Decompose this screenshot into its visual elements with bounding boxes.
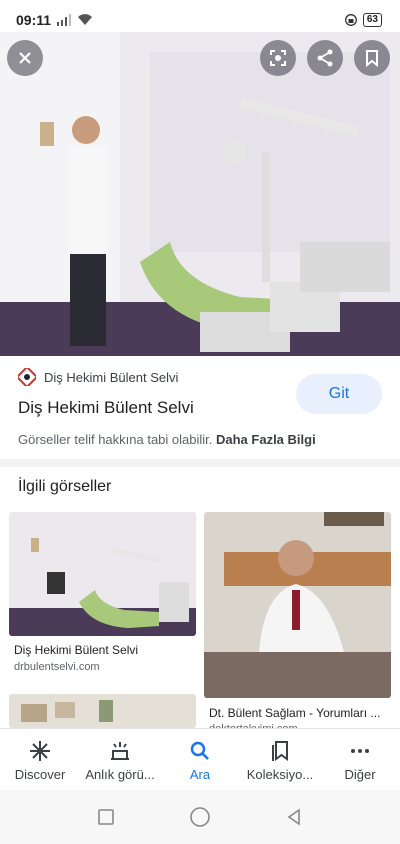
home-icon[interactable] [189, 806, 211, 828]
result-title[interactable]: Diş Hekimi Bülent Selvi [18, 398, 194, 418]
recents-icon[interactable] [97, 808, 115, 826]
wifi-icon [78, 14, 93, 25]
more-info-link[interactable]: Daha Fazla Bilgi [216, 432, 316, 447]
lens-icon [270, 50, 286, 66]
related-image-3[interactable] [9, 694, 196, 728]
hero-image[interactable] [0, 32, 400, 356]
source-row[interactable]: Diş Hekimi Bülent Selvi [18, 368, 178, 386]
updates-icon [111, 742, 129, 760]
collections-icon [272, 741, 288, 761]
nav-label-collections: Koleksiyo... [246, 767, 314, 782]
status-time: 09:11 [16, 12, 52, 28]
section-divider [0, 459, 400, 467]
battery-indicator: 63 [362, 13, 382, 27]
nav-collections[interactable]: Koleksiyo... [241, 739, 319, 782]
related-source-1: drbulentselvi.com [14, 661, 100, 673]
dental-office-photo [0, 32, 400, 356]
source-name: Diş Hekimi Bülent Selvi [44, 369, 179, 385]
related-image-1[interactable] [9, 512, 196, 636]
nav-more[interactable]: Diğer [321, 739, 399, 782]
related-caption-2: Dt. Bülent Sağlam - Yorumları ... [209, 706, 381, 720]
bookmark-icon [366, 50, 378, 68]
visit-button[interactable]: Git [296, 374, 382, 414]
nav-label-more: Diğer [344, 767, 376, 782]
signal-icon [57, 14, 72, 26]
share-button[interactable] [307, 40, 343, 76]
nav-discover[interactable]: Discover [1, 739, 79, 782]
share-icon [317, 49, 333, 67]
nav-updates[interactable]: Anlık görü... [81, 739, 159, 782]
bottom-navigation: Discover Anlık görü... Ara Koleksiyo... … [0, 728, 400, 790]
save-button[interactable] [354, 40, 390, 76]
more-icon [351, 749, 369, 753]
lock-icon [344, 14, 357, 26]
nav-search[interactable]: Ara [161, 739, 239, 782]
close-button[interactable] [7, 40, 43, 76]
copyright-notice: Görseller telif hakkına tabi olabilir. D… [18, 432, 316, 447]
nav-label-updates: Anlık görü... [85, 767, 155, 782]
site-logo-icon [18, 368, 36, 386]
back-icon[interactable] [285, 808, 303, 826]
nav-label-search: Ara [189, 767, 211, 782]
related-photo-3 [9, 694, 196, 728]
related-caption-1: Diş Hekimi Bülent Selvi [14, 643, 139, 657]
search-icon [190, 741, 209, 760]
related-photo-2 [204, 512, 391, 698]
copyright-text: Görseller telif hakkına tabi olabilir. [18, 432, 213, 447]
related-heading: İlgili görseller [18, 478, 112, 495]
system-navigation-bar [0, 790, 400, 844]
related-image-2[interactable] [204, 512, 391, 698]
nav-label-discover: Discover [14, 767, 66, 782]
close-icon [19, 52, 31, 64]
related-photo-1 [9, 512, 196, 636]
asterisk-icon [30, 741, 50, 761]
lens-button[interactable] [260, 40, 296, 76]
